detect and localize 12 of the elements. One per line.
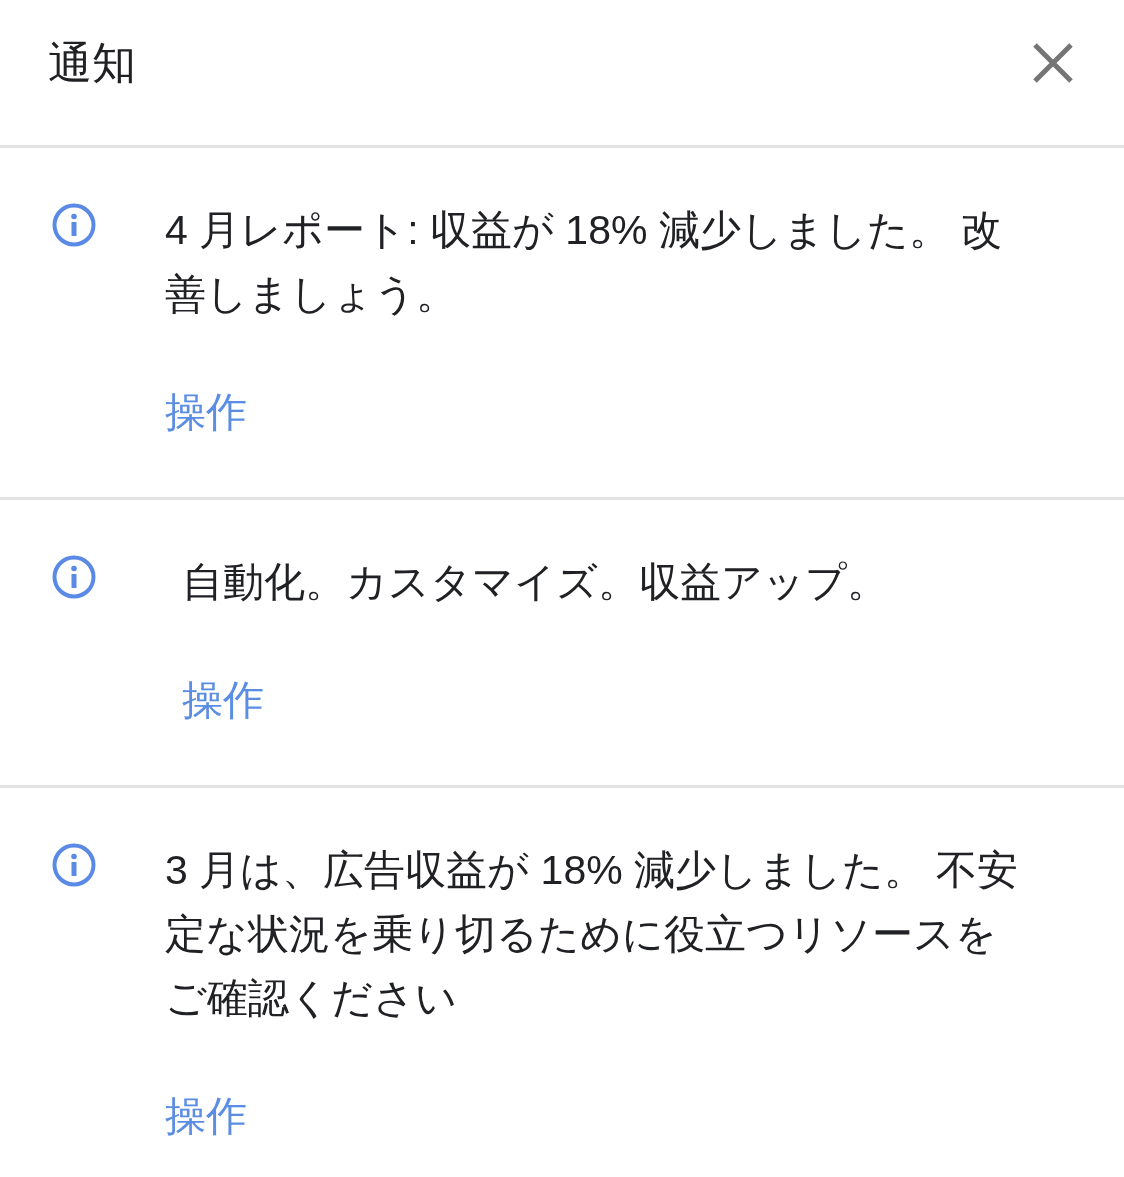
info-icon bbox=[52, 555, 96, 599]
notification-message: 3 月は、広告収益が 18% 減少しました。 不安定な状況を乗り切るために役立つリソースをご確認ください bbox=[165, 846, 1020, 1023]
panel-title: 通知 bbox=[48, 37, 136, 89]
close-icon bbox=[1032, 42, 1074, 84]
info-icon bbox=[52, 843, 96, 887]
notification-message: 4 月レポート: 収益が 18% 減少しました。 改善しましょう。 bbox=[165, 206, 1004, 319]
notification-message: 自動化。カスタマイズ。収益アップ。 bbox=[182, 558, 888, 607]
action-link[interactable]: 操作 bbox=[165, 1084, 247, 1148]
action-link[interactable]: 操作 bbox=[182, 668, 264, 732]
close-button[interactable] bbox=[1032, 42, 1074, 84]
info-icon bbox=[52, 203, 96, 247]
action-link[interactable]: 操作 bbox=[165, 380, 247, 444]
